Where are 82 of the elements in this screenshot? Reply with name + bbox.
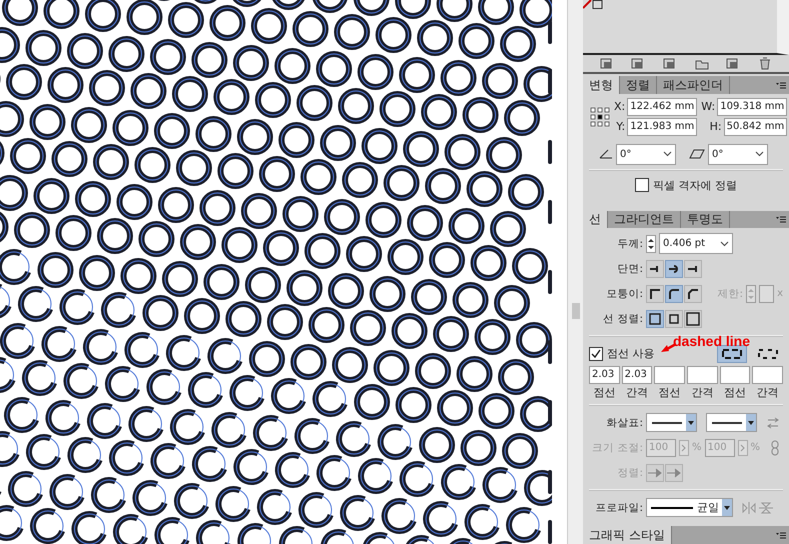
input-field[interactable] <box>720 366 750 384</box>
checkbox-label: 픽셀 격자에 정렬 <box>653 178 737 193</box>
spinner-icon[interactable] <box>646 234 656 253</box>
cap-option-button[interactable] <box>665 260 683 278</box>
arrowhead-dropdown[interactable] <box>646 413 697 432</box>
color-swatch-icon <box>583 0 603 9</box>
input-field[interactable] <box>759 284 774 303</box>
field-label: 모퉁이: <box>605 286 643 301</box>
input-field[interactable]: 2.03 <box>589 366 620 384</box>
panel-tab[interactable]: 그래픽 스타일 <box>583 526 672 544</box>
align-style-icon <box>648 312 662 326</box>
unit-label: % <box>692 442 702 454</box>
input-field[interactable]: 2.03 <box>622 366 652 384</box>
chevron-down-icon <box>663 151 672 158</box>
corner-option-button[interactable] <box>646 284 664 303</box>
scrollbar-track[interactable] <box>567 0 583 544</box>
field-label: 점선 <box>658 385 682 400</box>
reference-point-icon[interactable] <box>589 106 611 128</box>
corner-style-icon <box>648 286 662 301</box>
field-label: 화살표: <box>605 416 643 430</box>
corner-style-icon <box>686 286 700 301</box>
panel-menu-icon[interactable] <box>776 216 786 224</box>
input-field[interactable]: 50.842 mm <box>724 118 788 136</box>
field-label: W: <box>701 100 716 114</box>
weight-dropdown[interactable]: 0.406 pt <box>659 233 733 254</box>
unit-label: % <box>750 442 760 454</box>
align-option-button[interactable] <box>665 310 683 328</box>
align-style-icon <box>686 312 700 326</box>
shear-icon <box>689 149 705 160</box>
field-label: 점선 <box>722 385 747 400</box>
input-field[interactable]: 121.983 mm <box>627 118 698 136</box>
annotation-text: dashed line <box>673 333 750 350</box>
dashed-rectangle-icon <box>721 348 743 360</box>
align-style-icon <box>667 312 681 326</box>
chevron-down-icon <box>720 240 729 247</box>
input-field[interactable]: 122.462 mm <box>627 98 698 116</box>
field-label: 프로파일: <box>594 500 643 515</box>
trash-icon[interactable] <box>758 57 772 70</box>
field-label: 단면: <box>616 262 643 276</box>
field-label: H: <box>710 120 722 134</box>
unit-label: x <box>777 288 783 300</box>
field-label: 제한: <box>716 286 743 301</box>
align-option-button[interactable] <box>684 310 702 328</box>
panel-tab[interactable]: 변형 <box>583 76 620 94</box>
field-label: 크기 조절: <box>591 440 643 455</box>
panel-menu-icon[interactable] <box>776 82 786 89</box>
input-field[interactable] <box>752 366 783 384</box>
corner-style-icon <box>667 286 681 301</box>
input-field[interactable]: 109.318 mm <box>717 98 788 116</box>
cap-option-button[interactable] <box>684 260 702 278</box>
arrow-icon <box>666 466 682 479</box>
field-label: 점선 <box>592 385 616 400</box>
line-icon <box>650 504 694 511</box>
corner-option-button[interactable] <box>684 284 702 303</box>
checkbox-label: 점선 사용 <box>607 346 654 362</box>
checkbox[interactable] <box>589 346 603 361</box>
field-label: Y: <box>616 120 626 134</box>
field-label: 간격 <box>756 385 780 400</box>
field-label: 두께: <box>616 236 643 251</box>
checkbox[interactable] <box>635 178 649 192</box>
cap-option-button[interactable] <box>646 260 664 278</box>
angle-icon <box>599 149 613 160</box>
arrow-icon <box>647 466 663 479</box>
chevron-down-icon <box>755 151 764 158</box>
rotate-dropdown[interactable]: 0° <box>616 144 676 165</box>
panel-tab[interactable]: 선 <box>583 210 608 228</box>
field-label: 선 정렬: <box>602 312 643 326</box>
field-label: 간격 <box>690 385 714 400</box>
input-field[interactable] <box>654 366 685 384</box>
field-label: X: <box>614 100 626 114</box>
input-field[interactable] <box>686 366 718 384</box>
shear-dropdown[interactable]: 0° <box>708 144 768 165</box>
profile-dropdown[interactable]: 균일 <box>646 498 733 518</box>
panel-menu-icon[interactable] <box>776 532 786 539</box>
align-option-button[interactable] <box>646 310 664 328</box>
scrollbar-thumb[interactable] <box>572 303 580 319</box>
field-label: 정렬: <box>616 466 643 480</box>
corner-option-button[interactable] <box>665 284 683 303</box>
dash-style-button[interactable] <box>717 344 747 363</box>
arrowhead-dropdown[interactable] <box>706 413 757 432</box>
dashed-rectangle-icon <box>757 348 779 360</box>
field-label: 간격 <box>624 385 649 400</box>
